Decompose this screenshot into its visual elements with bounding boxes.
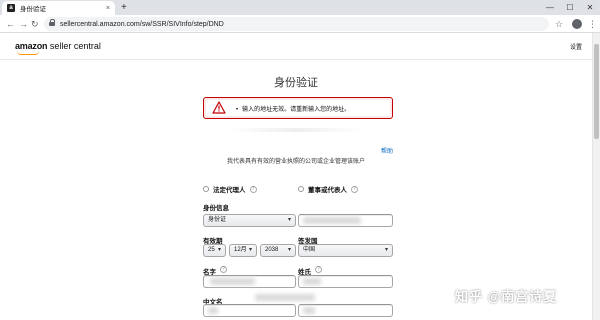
info-icon[interactable]: ? (351, 185, 358, 193)
page-title: 身份验证 (274, 77, 318, 89)
redacted-chinese-last-name (303, 307, 315, 314)
expiry-day-value: 25 (208, 247, 215, 253)
info-icon[interactable]: ? (220, 266, 227, 273)
redacted-id-number (303, 217, 361, 224)
error-alert: 输入的地址无效。请重新输入您的地址。 (203, 97, 393, 119)
account-avatar-icon[interactable] (572, 19, 582, 29)
reload-icon[interactable]: ↻ (31, 17, 39, 31)
browser-tab-bar: a 身份验证 × + — ☐ ✕ (0, 0, 600, 15)
address-bar[interactable]: sellercentral.amazon.com/sw/SSR/SIVInfo/… (44, 17, 549, 31)
dropdown-caret-icon: ▾ (217, 247, 221, 253)
dropdown-caret-icon: ▾ (287, 217, 291, 223)
radio-legal-representative[interactable]: 法定代理人 ? (203, 184, 257, 194)
scrollbar-thumb[interactable] (594, 44, 599, 139)
issuer-country-value: 中国 (303, 247, 316, 253)
bookmark-star-icon[interactable]: ☆ (555, 17, 563, 31)
radio-label: 董事或代表人 (308, 187, 347, 194)
id-type-value: 身份证 (208, 217, 227, 223)
page-scrollbar[interactable] (592, 33, 600, 320)
redacted-chinese-first-name (208, 307, 218, 314)
radio-button[interactable] (203, 186, 209, 192)
radio-button[interactable] (298, 186, 304, 192)
logo-brand: amazon (15, 41, 48, 51)
browser-menu-icon[interactable]: ⋮ (588, 17, 597, 31)
issuer-country-select[interactable]: 中国 ▾ (298, 244, 393, 257)
dropdown-caret-icon: ▾ (384, 247, 388, 253)
amazon-smile-icon (17, 51, 39, 55)
redacted-last-name (303, 278, 321, 285)
radio-director[interactable]: 董事或代表人 ? (298, 184, 358, 194)
tab-title: 身份验证 (20, 6, 46, 13)
dropdown-caret-icon: ▾ (287, 247, 291, 253)
alert-message: 输入的地址无效。请重新输入您的地址。 (236, 104, 350, 113)
expiry-month-select[interactable]: 12月 ▾ (229, 244, 257, 257)
browser-toolbar: ← → ↻ sellercentral.amazon.com/sw/SSR/SI… (0, 15, 600, 33)
forward-icon[interactable]: → (19, 17, 28, 31)
tab-close-icon[interactable]: × (106, 5, 110, 12)
expiry-month-value: 12月 (234, 247, 247, 253)
page-subtitle: 我代表具有有效的营业执照的公司或企业管理该账户 (226, 159, 365, 165)
expiry-year-value: 2038 (265, 247, 279, 253)
id-info-label: 身份信息 (203, 205, 229, 212)
back-icon[interactable]: ← (6, 17, 15, 31)
maximize-icon[interactable]: ☐ (560, 0, 580, 15)
redacted-chinese-name (255, 294, 315, 301)
lock-icon (49, 19, 55, 27)
expiry-day-select[interactable]: 25 ▾ (203, 244, 226, 257)
settings-link[interactable]: 设置 (570, 42, 582, 51)
radio-label: 法定代理人 (213, 187, 246, 194)
new-tab-button[interactable]: + (121, 2, 127, 13)
zhihu-watermark: 知乎 @南宫诗夏 (455, 289, 558, 304)
site-header: amazon seller central 设置 (0, 33, 592, 60)
dropdown-caret-icon: ▾ (248, 247, 252, 253)
help-link[interactable]: 帮助 (381, 146, 393, 155)
logo-product: seller central (47, 41, 101, 51)
amazon-favicon-icon: a (7, 4, 15, 12)
section-divider (230, 128, 360, 132)
expiry-year-select[interactable]: 2038 ▾ (260, 244, 296, 257)
url-text[interactable]: sellercentral.amazon.com/sw/SSR/SIVInfo/… (60, 21, 224, 28)
browser-tab[interactable]: a 身份验证 × (2, 1, 115, 15)
close-window-icon[interactable]: ✕ (580, 0, 600, 15)
warning-icon (212, 101, 226, 115)
info-icon[interactable]: ? (249, 185, 257, 193)
info-icon[interactable]: ? (315, 266, 322, 273)
amazon-seller-central-logo[interactable]: amazon seller central (15, 41, 101, 55)
window-controls: — ☐ ✕ (540, 0, 600, 15)
minimize-icon[interactable]: — (540, 0, 560, 15)
redacted-first-name (210, 278, 255, 285)
id-type-select[interactable]: 身份证 ▾ (203, 214, 296, 227)
